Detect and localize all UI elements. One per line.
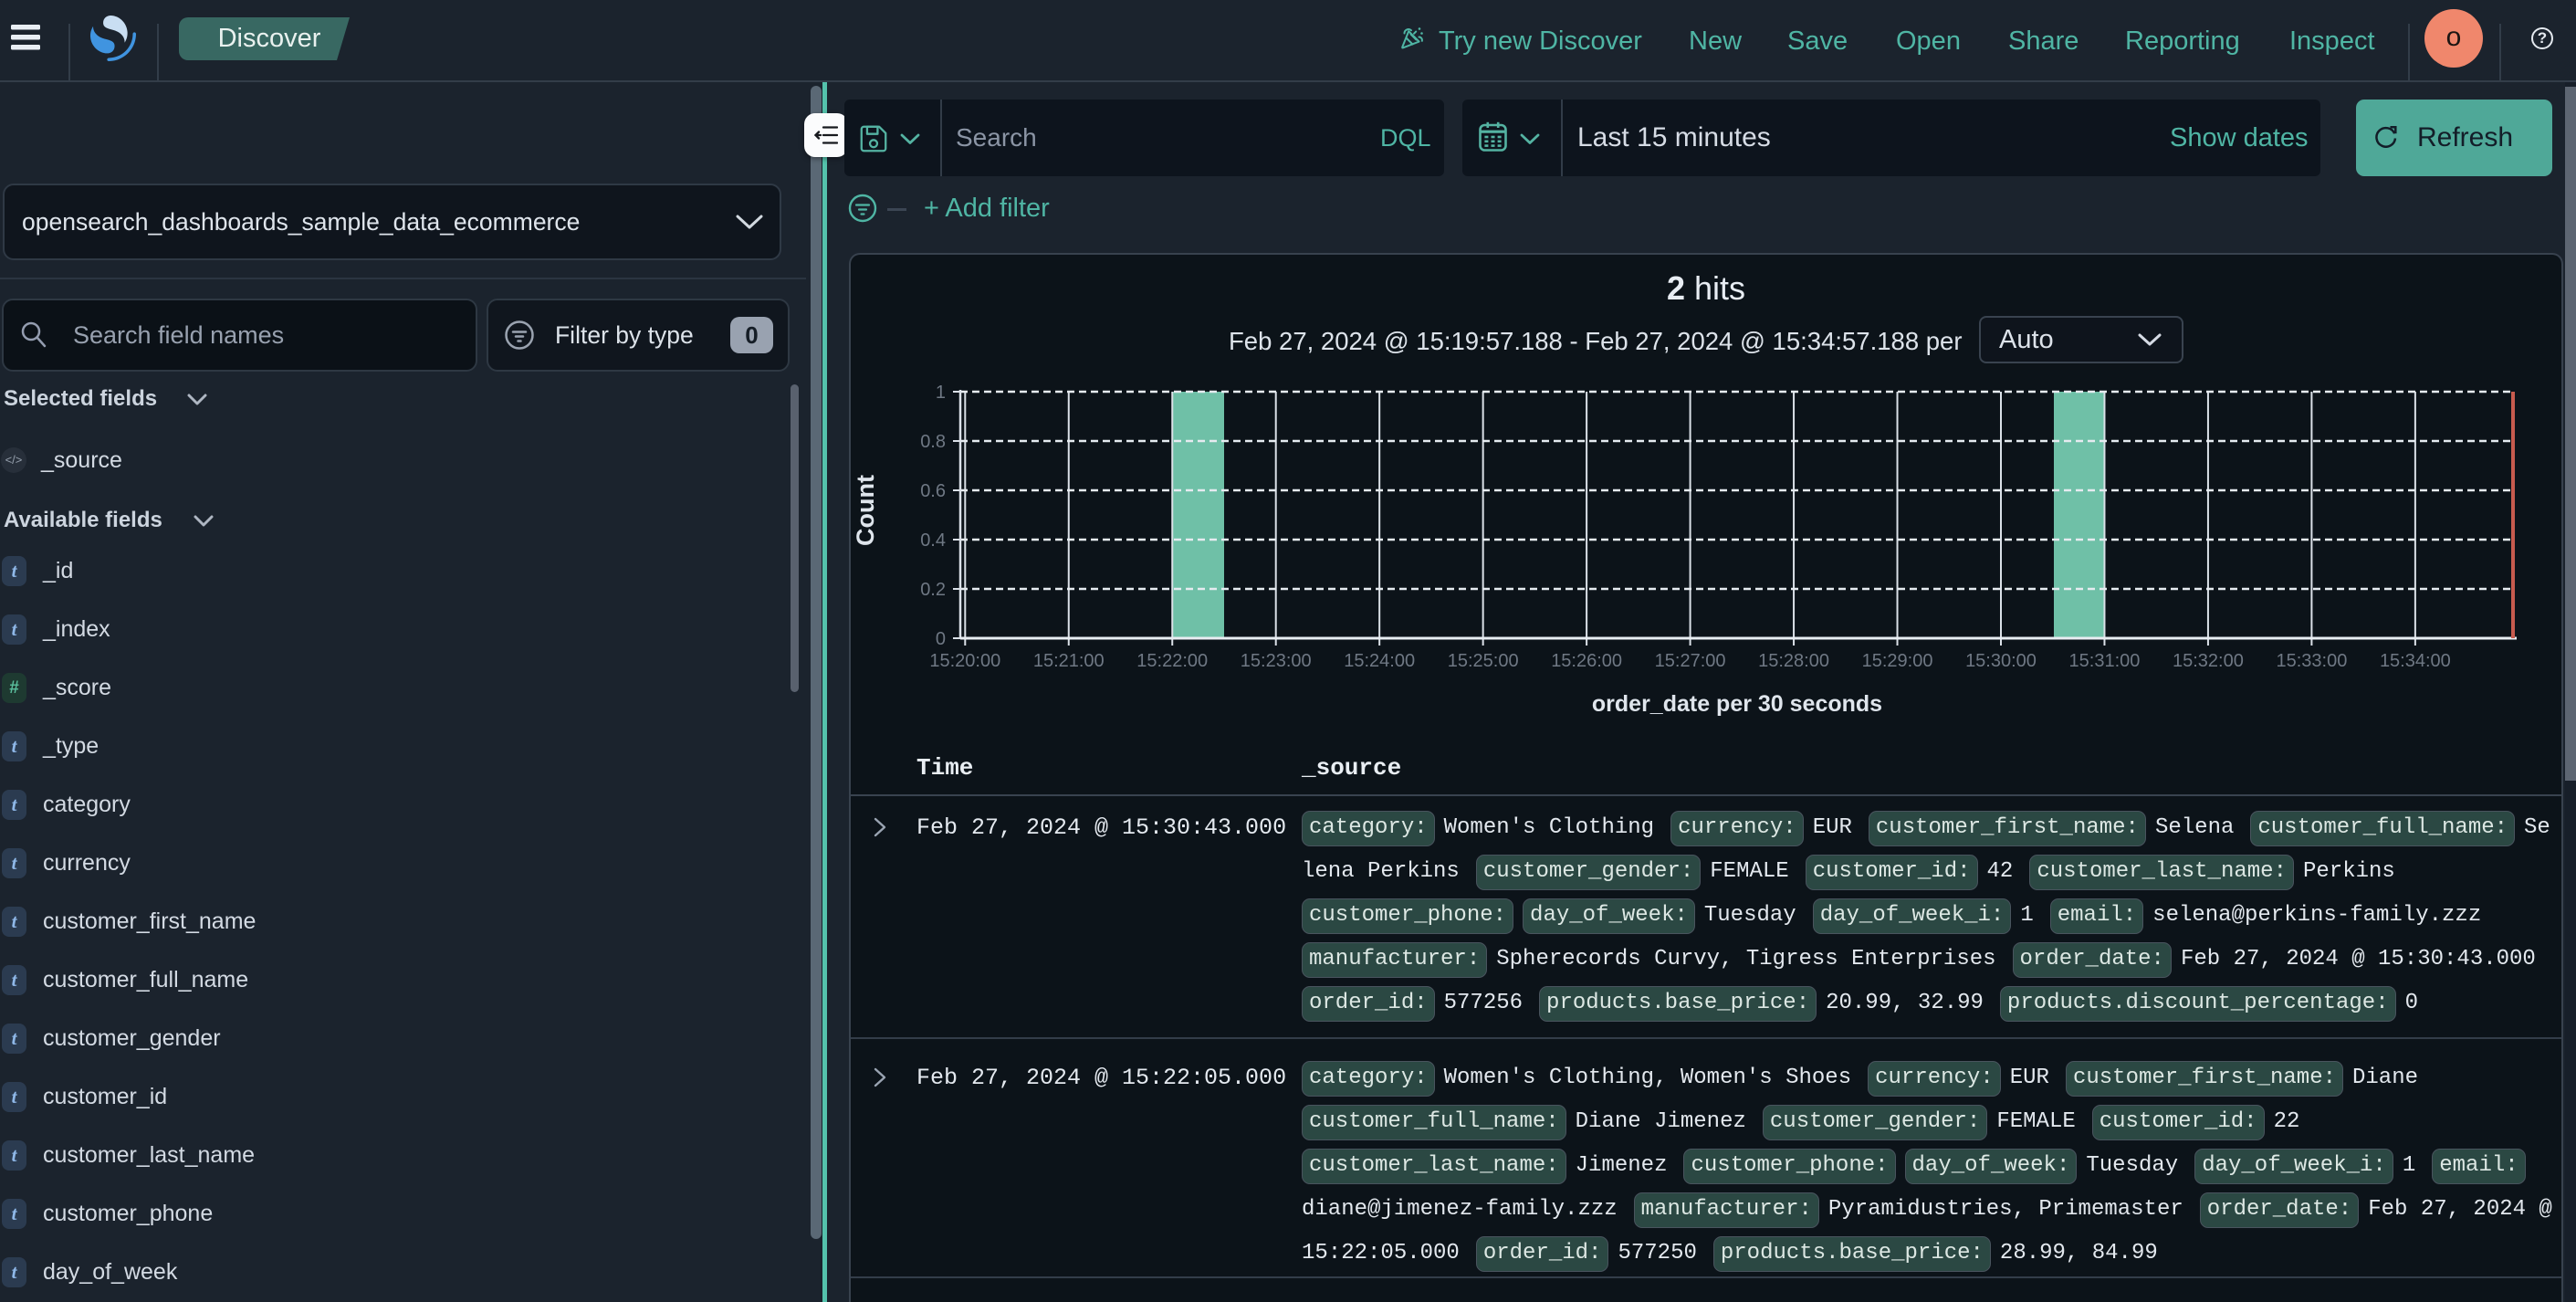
- svg-text:0.2: 0.2: [920, 580, 946, 600]
- svg-text:order_date per 30 seconds: order_date per 30 seconds: [1592, 691, 1882, 717]
- svg-text:15:28:00: 15:28:00: [1758, 651, 1829, 671]
- svg-text:15:33:00: 15:33:00: [2276, 651, 2347, 671]
- svg-text:15:21:00: 15:21:00: [1033, 651, 1105, 671]
- svg-text:0.6: 0.6: [920, 481, 946, 501]
- svg-text:15:29:00: 15:29:00: [1862, 651, 1933, 671]
- svg-text:15:34:00: 15:34:00: [2380, 651, 2451, 671]
- svg-text:15:26:00: 15:26:00: [1551, 651, 1622, 671]
- svg-text:15:30:00: 15:30:00: [1965, 651, 2037, 671]
- svg-text:15:24:00: 15:24:00: [1344, 651, 1415, 671]
- svg-text:0.4: 0.4: [920, 530, 946, 551]
- svg-text:15:25:00: 15:25:00: [1448, 651, 1519, 671]
- svg-text:15:27:00: 15:27:00: [1655, 651, 1726, 671]
- svg-text:15:20:00: 15:20:00: [929, 651, 1000, 671]
- svg-text:0: 0: [936, 629, 946, 649]
- svg-text:15:32:00: 15:32:00: [2173, 651, 2244, 671]
- svg-text:0.8: 0.8: [920, 432, 946, 452]
- svg-text:Count: Count: [852, 475, 879, 546]
- svg-text:1: 1: [936, 383, 946, 403]
- svg-text:15:31:00: 15:31:00: [2069, 651, 2141, 671]
- svg-text:15:23:00: 15:23:00: [1241, 651, 1312, 671]
- svg-text:15:22:00: 15:22:00: [1136, 651, 1208, 671]
